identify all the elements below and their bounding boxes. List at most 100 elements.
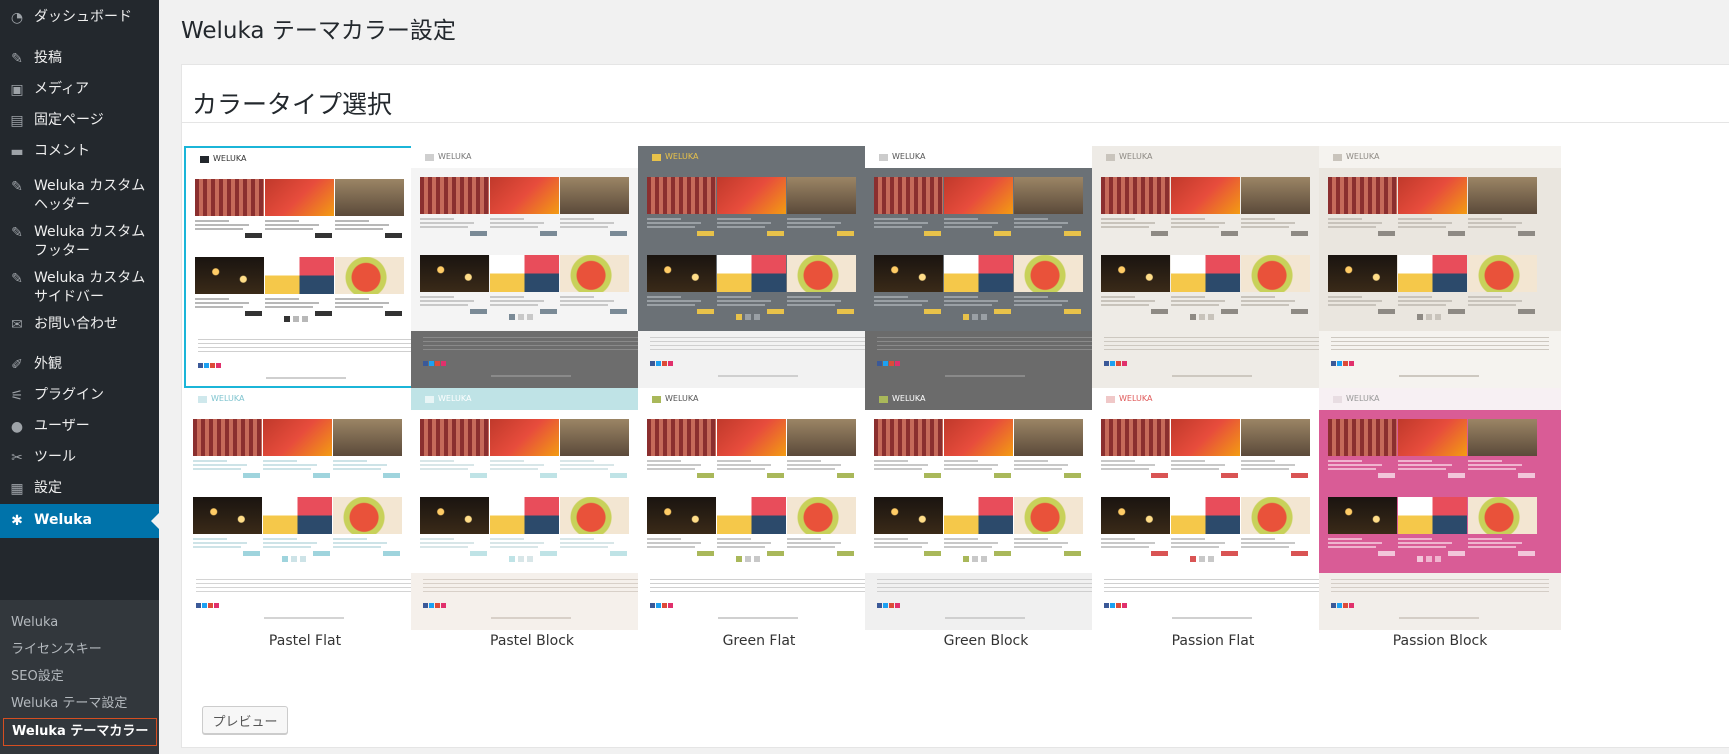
mock-text-line <box>717 300 771 302</box>
mock-text-line <box>874 468 922 470</box>
sidebar-item-11[interactable]: ● ユーザー <box>0 417 159 437</box>
mock-text-line <box>874 226 922 228</box>
theme-thumbnail[interactable]: WELUKA <box>184 146 426 388</box>
theme-option-8[interactable]: WELUKA Green Flat <box>638 388 880 650</box>
theme-option-3[interactable]: WELUKASporty Block <box>865 146 1107 408</box>
theme-thumbnail[interactable]: WELUKA <box>184 388 426 630</box>
theme-thumbnail[interactable]: WELUKA <box>1092 388 1334 630</box>
sidebar-item-3[interactable]: ▤ 固定ページ <box>0 111 159 131</box>
mock-post <box>263 497 332 559</box>
theme-option-4[interactable]: WELUKAElegant Flat <box>1092 146 1334 408</box>
sidebar-item-5[interactable]: ✎ Weluka カスタムヘッダー <box>0 177 159 215</box>
theme-thumbnail[interactable]: WELUKA <box>865 146 1107 388</box>
mock-post-image <box>787 255 856 292</box>
mock-post <box>1171 255 1240 317</box>
mock-text-line <box>1014 218 1048 220</box>
theme-option-7[interactable]: WELUKA Pastel Block <box>411 388 653 650</box>
theme-option-label[interactable]: Passion Block <box>1319 632 1561 650</box>
menu-icon <box>879 396 888 403</box>
mock-readmore-button <box>470 473 487 478</box>
sidebar-item-label: 設定 <box>34 480 62 496</box>
wrench-icon: ✂ <box>11 450 23 466</box>
submenu-item-3[interactable]: Weluka テーマ設定 <box>11 695 127 713</box>
sidebar-item-12[interactable]: ✂ ツール <box>0 448 159 468</box>
mock-post <box>265 179 334 241</box>
mock-text-line <box>1328 218 1362 220</box>
mock-text-line <box>195 224 249 226</box>
mock-footer-text <box>196 579 414 580</box>
mock-content <box>1319 168 1561 331</box>
sidebar-item-4[interactable]: ▬ コメント <box>0 142 159 162</box>
preview-button[interactable]: プレビュー <box>202 706 288 734</box>
sidebar-item-2[interactable]: ▣ メディア <box>0 80 159 100</box>
theme-option-label[interactable]: Passion Flat <box>1092 632 1334 650</box>
sidebar-item-6[interactable]: ✎ Weluka カスタムフッター <box>0 223 159 261</box>
theme-thumbnail[interactable]: WELUKA <box>411 388 653 630</box>
mock-text-line <box>490 546 538 548</box>
mock-text-line <box>1014 300 1068 302</box>
sidebar-item-8[interactable]: ✉ お問い合わせ <box>0 315 159 335</box>
theme-option-1[interactable]: WELUKABlackboard <box>411 146 653 408</box>
mock-text-line <box>560 304 608 306</box>
mock-text-line <box>944 460 978 462</box>
theme-option-label[interactable]: Green Flat <box>638 632 880 650</box>
sidebar-item-label: 固定ページ <box>34 112 104 128</box>
theme-thumbnail[interactable]: WELUKA <box>1319 388 1561 630</box>
theme-option-label[interactable]: Pastel Block <box>411 632 653 650</box>
theme-option-9[interactable]: WELUKA Green Block <box>865 388 1107 650</box>
mock-text-line <box>944 546 992 548</box>
mock-readmore-button <box>697 473 714 478</box>
mock-post <box>420 255 489 317</box>
theme-thumbnail[interactable]: WELUKA <box>865 388 1107 630</box>
theme-option-10[interactable]: WELUKA Passion Flat <box>1092 388 1334 650</box>
mock-text-line <box>874 304 922 306</box>
theme-option-11[interactable]: WELUKA Passion Block <box>1319 388 1561 650</box>
mock-social-icons <box>1104 603 1128 608</box>
mock-post <box>647 255 716 317</box>
mock-post-image <box>1241 255 1310 292</box>
mock-social-icons <box>1104 361 1128 366</box>
mock-post <box>560 497 629 559</box>
theme-thumbnail[interactable]: WELUKA <box>1319 146 1561 388</box>
submenu-item-4[interactable]: Weluka テーマカラー <box>3 718 157 746</box>
sidebar-item-1[interactable]: ✎ 投稿 <box>0 49 159 69</box>
mock-text-line <box>1241 546 1289 548</box>
theme-thumbnail[interactable]: WELUKA <box>1092 146 1334 388</box>
sidebar-item-14[interactable]: ✱ Weluka <box>0 504 159 538</box>
mock-text-line <box>1101 468 1149 470</box>
mock-header: WELUKA <box>638 146 880 168</box>
mock-logo: WELUKA <box>438 394 472 403</box>
theme-option-6[interactable]: WELUKA Pastel Flat <box>184 388 426 650</box>
mock-text-line <box>335 306 383 308</box>
mock-post <box>1328 177 1397 239</box>
mock-text-line <box>420 538 454 540</box>
mock-footer-text <box>650 349 868 350</box>
theme-option-0[interactable]: WELUKAデフォルト <box>184 146 426 408</box>
mock-readmore-button <box>1378 231 1395 236</box>
mock-footer-text <box>1331 583 1549 584</box>
theme-option-label[interactable]: Green Block <box>865 632 1107 650</box>
submenu: Weluka ライセンスキー SEO設定 Weluka テーマ設定 Weluka テーマ… <box>0 600 159 754</box>
sidebar-item-9[interactable]: ✐ 外観 <box>0 355 159 375</box>
dashboard-icon: ◔ <box>10 10 24 26</box>
theme-thumbnail[interactable]: WELUKA <box>638 388 880 630</box>
theme-option-label[interactable]: Pastel Flat <box>184 632 426 650</box>
sidebar-item-0[interactable]: ◔ ダッシュボード <box>0 8 159 28</box>
sidebar-item-10[interactable]: ⚟ プラグイン <box>0 386 159 406</box>
mock-post-image <box>787 419 856 456</box>
theme-thumbnail[interactable]: WELUKA <box>638 146 880 388</box>
theme-thumbnail[interactable]: WELUKA <box>411 146 653 388</box>
theme-option-5[interactable]: WELUKAElegant Block <box>1319 146 1561 408</box>
mock-post <box>1398 419 1467 481</box>
mock-content <box>1092 410 1334 573</box>
mock-footer-links <box>1172 617 1252 619</box>
theme-option-2[interactable]: WELUKASporty Flat <box>638 146 880 408</box>
sidebar-item-7[interactable]: ✎ Weluka カスタムサイドバー <box>0 269 159 307</box>
sidebar-item-13[interactable]: ▦ 設定 <box>0 479 159 499</box>
comment-icon: ▬ <box>10 144 24 160</box>
pin-icon: ✎ <box>11 225 23 241</box>
mock-text-line <box>420 226 468 228</box>
submenu-item-2[interactable]: SEO設定 <box>11 668 64 686</box>
submenu-item-1[interactable]: ライセンスキー <box>11 641 102 659</box>
submenu-item-0[interactable]: Weluka <box>11 614 58 632</box>
